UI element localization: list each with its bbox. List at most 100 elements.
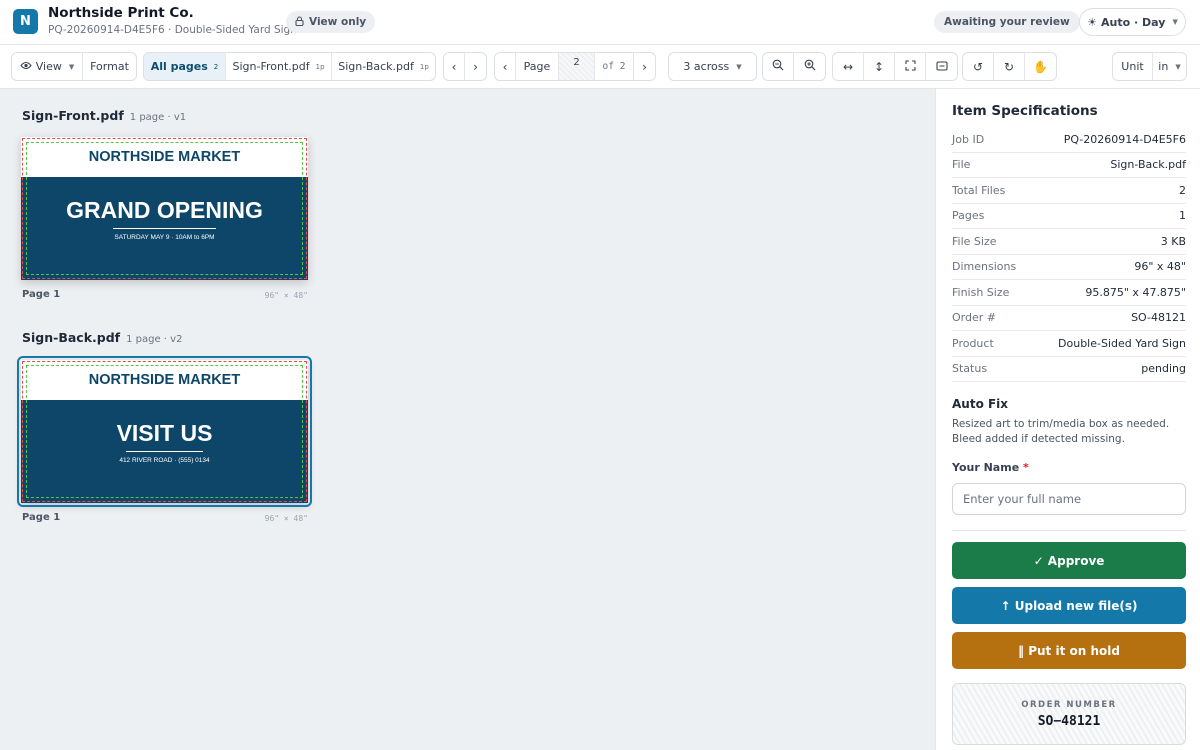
specifications-panel: Item Specifications Job ID PQ-20260914-D4… <box>935 89 1200 750</box>
tab-label: Sign-Back.pdf <box>338 60 414 73</box>
chevron-down-icon: ▼ <box>1172 18 1178 26</box>
prev-page-button[interactable]: ‹ <box>495 53 516 80</box>
spec-value: pending <box>1141 362 1186 376</box>
sign-rule <box>113 228 216 229</box>
view-only-label: View only <box>309 16 367 28</box>
fit-height-button[interactable]: ↕ <box>864 53 895 80</box>
next-file-button[interactable]: › <box>465 53 486 80</box>
page-thumbnail-sign-back[interactable]: NORTHSIDE MARKET VISIT US 412 RIVER ROAD… <box>17 356 312 507</box>
autofix-description: Resized art to trim/media box as needed.… <box>952 418 1170 445</box>
fit-width-button[interactable]: ↔ <box>833 53 864 80</box>
tab-sign-back[interactable]: Sign-Back.pdf 1p <box>332 53 435 80</box>
theme-label: Auto · Day <box>1101 15 1166 29</box>
name-input[interactable] <box>952 483 1186 515</box>
tab-label: Sign-Front.pdf <box>232 60 310 73</box>
theme-toggle-button[interactable]: ☀ Auto · Day ▼ <box>1079 8 1186 36</box>
fullscreen-button[interactable] <box>895 53 926 80</box>
columns-select[interactable]: 3 across ▼ <box>669 53 756 80</box>
spec-value: Sign-Back.pdf <box>1110 158 1186 172</box>
divider <box>952 530 1186 531</box>
zoom-in-button[interactable] <box>794 53 825 80</box>
spec-value: Double-Sided Yard Sign <box>1058 336 1186 350</box>
spec-row-product: Product Double-Sided Yard Sign <box>952 331 1186 357</box>
spec-key: File <box>952 158 971 172</box>
status-badge: Awaiting your review <box>934 11 1080 33</box>
file-nav-group: ‹ › <box>443 52 487 81</box>
rotate-group: ↺ ↻ ✋ <box>962 52 1057 81</box>
page-dimensions: 96" × 48" <box>264 291 308 300</box>
spec-key: Finish Size <box>952 285 1010 299</box>
file-name: Sign-Back.pdf <box>22 330 121 345</box>
tab-label: All pages <box>150 60 208 73</box>
file-heading: Sign-Back.pdf 1 page · v2 <box>22 330 182 345</box>
pan-button[interactable]: ✋ <box>1025 53 1056 80</box>
spec-row-file-size: File Size 3 KB <box>952 229 1186 255</box>
upload-button[interactable]: ↑ Upload new file(s) <box>952 587 1186 624</box>
autofix-title: Auto Fix <box>952 397 1009 411</box>
page-total: of 2 <box>595 53 634 80</box>
tab-sign-front[interactable]: Sign-Front.pdf 1p <box>226 53 332 80</box>
sign-headline: GRAND OPENING <box>66 197 263 223</box>
view-format-group: View ▼ Format <box>11 52 137 81</box>
fit-width-icon: ↔ <box>842 59 854 74</box>
lock-icon <box>295 15 304 29</box>
view-only-badge: View only <box>286 11 376 33</box>
page-label: Page 1 <box>22 289 61 300</box>
sign-artwork: NORTHSIDE MARKET VISIT US 412 RIVER ROAD… <box>21 360 308 503</box>
sign-header-text: NORTHSIDE MARKET <box>21 137 308 177</box>
unit-select[interactable]: in ▼ <box>1153 53 1186 80</box>
chevron-down-icon: ▼ <box>736 62 742 71</box>
spec-row-total-files: Total Files 2 <box>952 178 1186 204</box>
top-header: N Northside Print Co. PQ-20260914-D4E5F6… <box>0 0 1200 45</box>
view-label: View <box>35 60 62 73</box>
hold-button[interactable]: ‖ Put it on hold <box>952 632 1186 669</box>
rotate-left-icon: ↺ <box>972 59 984 74</box>
spec-value: 1 <box>1179 209 1186 223</box>
spec-key: Job ID <box>952 132 985 146</box>
file-meta: 1 page · v1 <box>129 112 187 123</box>
tab-all-pages[interactable]: All pages 2 <box>144 53 226 80</box>
spec-value: PQ-20260914-D4E5F6 <box>1063 132 1186 146</box>
spec-key: Dimensions <box>952 260 1017 274</box>
page-nav-group: ‹ Page 2 of 2 › <box>494 52 656 81</box>
rotate-left-button[interactable]: ↺ <box>963 53 994 80</box>
company-name: Northside Print Co. <box>48 5 194 21</box>
page-canvas[interactable]: Sign-Front.pdf 1 page · v1 NORTHSIDE MARK… <box>0 89 935 750</box>
show-boxes-button[interactable] <box>926 53 957 80</box>
fit-group: ↔ ↕ <box>832 52 958 81</box>
format-button[interactable]: Format <box>83 53 136 80</box>
view-menu-button[interactable]: View ▼ <box>12 53 83 80</box>
layout-group: 3 across ▼ <box>668 52 757 81</box>
zoom-group <box>762 52 826 81</box>
unit-group: Unit in ▼ <box>1112 52 1187 81</box>
file-meta: 1 page · v2 <box>126 334 183 345</box>
sign-header-text: NORTHSIDE MARKET <box>21 360 308 400</box>
unit-value: in <box>1158 60 1169 73</box>
spec-row-dimensions: Dimensions 96" x 48" <box>952 255 1186 280</box>
next-page-button[interactable]: › <box>634 53 655 80</box>
page-thumbnail-sign-front[interactable]: NORTHSIDE MARKET GRAND OPENING SATURDAY … <box>21 137 308 280</box>
job-subtitle: PQ-20260914-D4E5F6 · Double-Sided Yard S… <box>48 24 297 36</box>
zoom-out-icon <box>772 59 784 74</box>
viewer-toolbar: View ▼ Format All pages 2 Sign-Front.pdf 1… <box>0 45 1200 89</box>
page-number-input[interactable]: 2 <box>559 53 595 80</box>
spec-row-job-id: Job ID PQ-20260914-D4E5F6 <box>952 127 1186 153</box>
zoom-in-icon <box>804 59 816 74</box>
zoom-out-button[interactable] <box>763 53 794 80</box>
tab-count: 1p <box>419 62 429 71</box>
approve-button[interactable]: ✓ Approve <box>952 542 1186 579</box>
file-name: Sign-Front.pdf <box>22 108 124 123</box>
boxes-icon <box>935 60 948 74</box>
page-label: Page 1 <box>22 512 61 523</box>
file-heading: Sign-Front.pdf 1 page · v1 <box>22 108 186 123</box>
order-number-value: SO−48121 <box>1037 713 1101 729</box>
spec-key: Order # <box>952 311 996 325</box>
order-number-card: ORDER NUMBER SO−48121 <box>952 683 1186 745</box>
hand-icon: ✋ <box>1033 59 1048 74</box>
rotate-right-button[interactable]: ↻ <box>994 53 1025 80</box>
rotate-right-icon: ↻ <box>1003 59 1015 74</box>
prev-file-button[interactable]: ‹ <box>444 53 465 80</box>
tab-count: 1p <box>315 62 325 71</box>
sign-subline: 412 RIVER ROAD · (555) 0134 <box>119 457 210 464</box>
spec-row-pages: Pages 1 <box>952 204 1186 229</box>
